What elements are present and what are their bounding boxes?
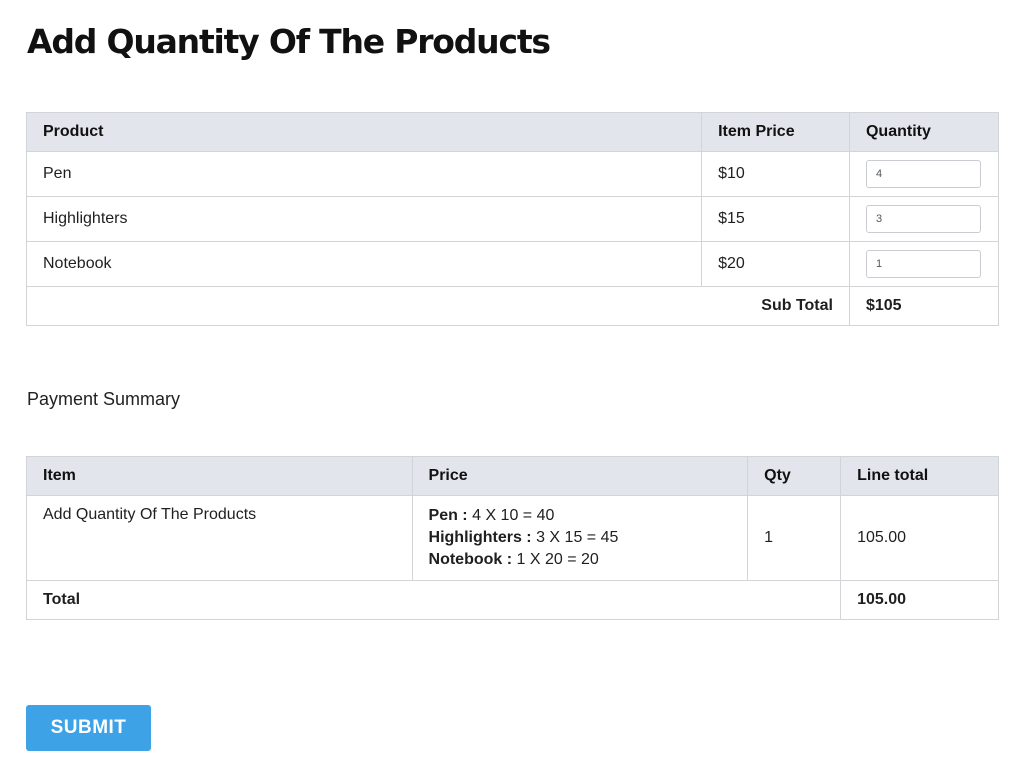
product-name: Pen	[25, 151, 703, 197]
summary-item: Add Quantity Of The Products	[26, 495, 413, 581]
page-title: Add Quantity Of The Products	[27, 22, 551, 61]
product-price: $15	[701, 196, 850, 242]
product-row-notebook: Notebook $20	[25, 241, 1000, 287]
summary-header-row: Item Price Qty Line total	[26, 456, 999, 496]
products-table: Product Item Price Quantity Pen $10 High…	[25, 112, 1000, 326]
item-column-header: Item	[26, 456, 413, 496]
product-row-pen: Pen $10	[25, 151, 1000, 197]
product-name: Highlighters	[25, 196, 703, 242]
price-line-highlighters: Highlighters : 3 X 15 = 45	[429, 527, 732, 549]
price-line-label: Notebook :	[428, 551, 513, 568]
price-line-calc: 3 X 15 = 45	[536, 529, 619, 546]
payment-summary-title: Payment Summary	[27, 389, 181, 409]
item-price-column-header: Item Price	[701, 112, 850, 152]
product-row-highlighters: Highlighters $15	[25, 196, 1000, 242]
quantity-input-pen[interactable]	[865, 160, 981, 188]
summary-price-breakdown: Pen : 4 X 10 = 40 Highlighters : 3 X 15 …	[411, 495, 749, 581]
price-line-label: Highlighters :	[428, 529, 532, 546]
products-header-row: Product Item Price Quantity	[25, 112, 1000, 152]
price-line-notebook: Notebook : 1 X 20 = 20	[429, 549, 732, 571]
total-label: Total	[25, 580, 842, 620]
subtotal-row: Sub Total $105	[26, 286, 1000, 326]
total-row: Total 105.00	[25, 580, 999, 620]
product-price: $20	[701, 241, 850, 287]
quantity-column-header: Quantity	[848, 112, 1000, 152]
quantity-input-highlighters[interactable]	[865, 205, 981, 233]
summary-row: Add Quantity Of The Products Pen : 4 X 1…	[26, 495, 999, 581]
submit-button[interactable]: SUBMIT	[26, 705, 151, 751]
subtotal-label: Sub Total	[26, 286, 850, 326]
price-line-label: Pen :	[428, 507, 468, 524]
summary-qty: 1	[747, 495, 842, 581]
total-value: 105.00	[840, 580, 999, 620]
quantity-cell	[848, 151, 1000, 197]
product-column-header: Product	[25, 112, 703, 152]
qty-column-header: Qty	[747, 456, 842, 496]
quantity-input-notebook[interactable]	[865, 250, 981, 278]
summary-line-total: 105.00	[840, 495, 999, 581]
quantity-cell	[848, 241, 1000, 287]
product-price: $10	[701, 151, 850, 197]
price-line-calc: 1 X 20 = 20	[516, 551, 599, 568]
price-column-header: Price	[411, 456, 749, 496]
payment-summary-table: Item Price Qty Line total Add Quantity O…	[25, 456, 999, 620]
line-total-column-header: Line total	[840, 456, 999, 496]
price-line-calc: 4 X 10 = 40	[472, 507, 555, 524]
product-name: Notebook	[25, 241, 703, 287]
quantity-cell	[848, 196, 1000, 242]
subtotal-value: $105	[848, 286, 1000, 326]
price-line-pen: Pen : 4 X 10 = 40	[429, 505, 732, 527]
